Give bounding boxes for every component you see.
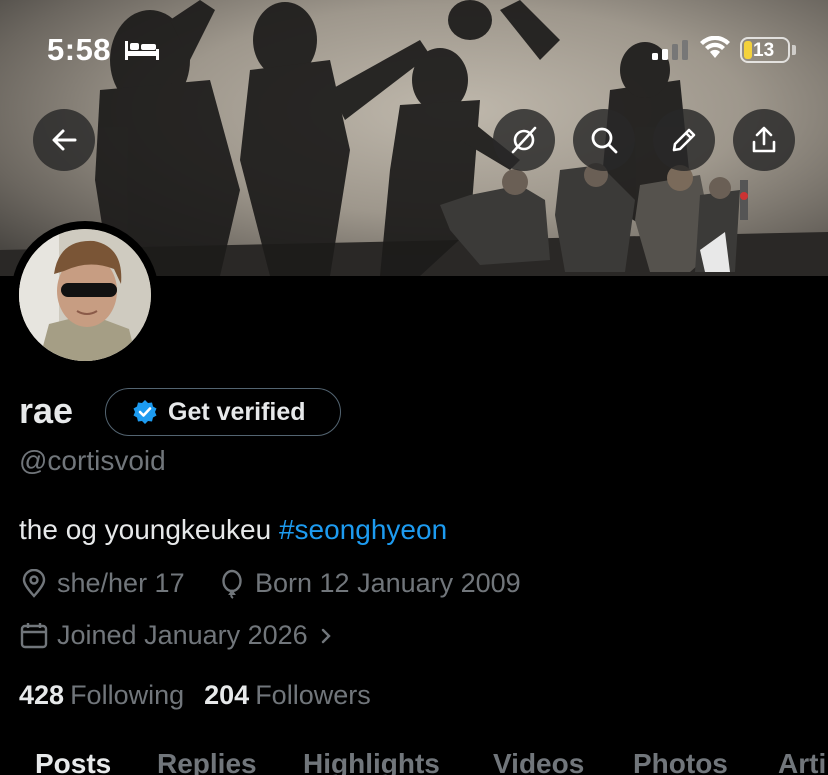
back-button[interactable] [33, 109, 95, 171]
profile-tabs: Posts Replies Highlights Videos Photos A… [0, 748, 828, 775]
battery-level [744, 41, 752, 59]
grok-icon [511, 126, 537, 154]
wifi-icon [700, 36, 730, 58]
calendar-icon [20, 622, 48, 648]
status-time: 5:58 [47, 32, 112, 67]
display-name: rae [19, 390, 74, 431]
search-icon [591, 127, 618, 154]
share-button[interactable] [733, 109, 795, 171]
follow-stats: 428 Following 204 Followers [19, 680, 371, 711]
profile-location: she/her 17 [19, 568, 185, 599]
username-handle: @cortisvoid [19, 445, 166, 476]
get-verified-button[interactable]: Get verified [105, 388, 341, 436]
arrow-left-icon [52, 129, 77, 151]
cellular-signal-icon [652, 40, 688, 60]
followers-link[interactable]: 204 Followers [204, 680, 371, 711]
tab-articles[interactable]: Arti [778, 748, 826, 775]
bio-text: the og youngkeukeu [19, 514, 279, 545]
avatar-photo [19, 229, 151, 361]
status-bar: 5:58 13 [0, 0, 828, 100]
share-icon [752, 126, 776, 153]
avatar[interactable] [11, 221, 159, 369]
chevron-right-icon [321, 628, 331, 643]
battery-tip [792, 45, 796, 55]
battery-indicator: 13 [740, 37, 790, 63]
profile-birthday: Born 12 January 2009 [217, 568, 521, 599]
sleep-focus-icon [125, 41, 159, 60]
tab-photos[interactable]: Photos [633, 748, 728, 775]
following-label: Following [70, 680, 185, 710]
tab-replies[interactable]: Replies [157, 748, 257, 775]
birthday-text: Born 12 January 2009 [255, 568, 521, 598]
profile-bio: the og youngkeukeu #seonghyeon [19, 514, 447, 546]
balloon-icon [222, 569, 242, 599]
profile-joined[interactable]: Joined January 2026 [19, 620, 336, 651]
edit-button[interactable] [653, 109, 715, 171]
bio-hashtag-link[interactable]: #seonghyeon [279, 514, 447, 545]
tab-videos[interactable]: Videos [493, 748, 584, 775]
followers-label: Followers [255, 680, 371, 710]
search-button[interactable] [573, 109, 635, 171]
following-link[interactable]: 428 Following [19, 680, 184, 711]
get-verified-label: Get verified [168, 397, 306, 426]
location-text: she/her 17 [57, 568, 185, 598]
followers-count: 204 [204, 680, 250, 710]
location-pin-icon [22, 568, 46, 598]
battery-percent: 13 [753, 40, 775, 61]
grok-button[interactable] [493, 109, 555, 171]
following-count: 428 [19, 680, 65, 710]
verified-badge-icon [133, 400, 157, 424]
pencil-icon [672, 128, 696, 152]
tab-highlights[interactable]: Highlights [303, 748, 440, 775]
tab-posts[interactable]: Posts [35, 748, 111, 775]
joined-text: Joined January 2026 [57, 620, 308, 650]
